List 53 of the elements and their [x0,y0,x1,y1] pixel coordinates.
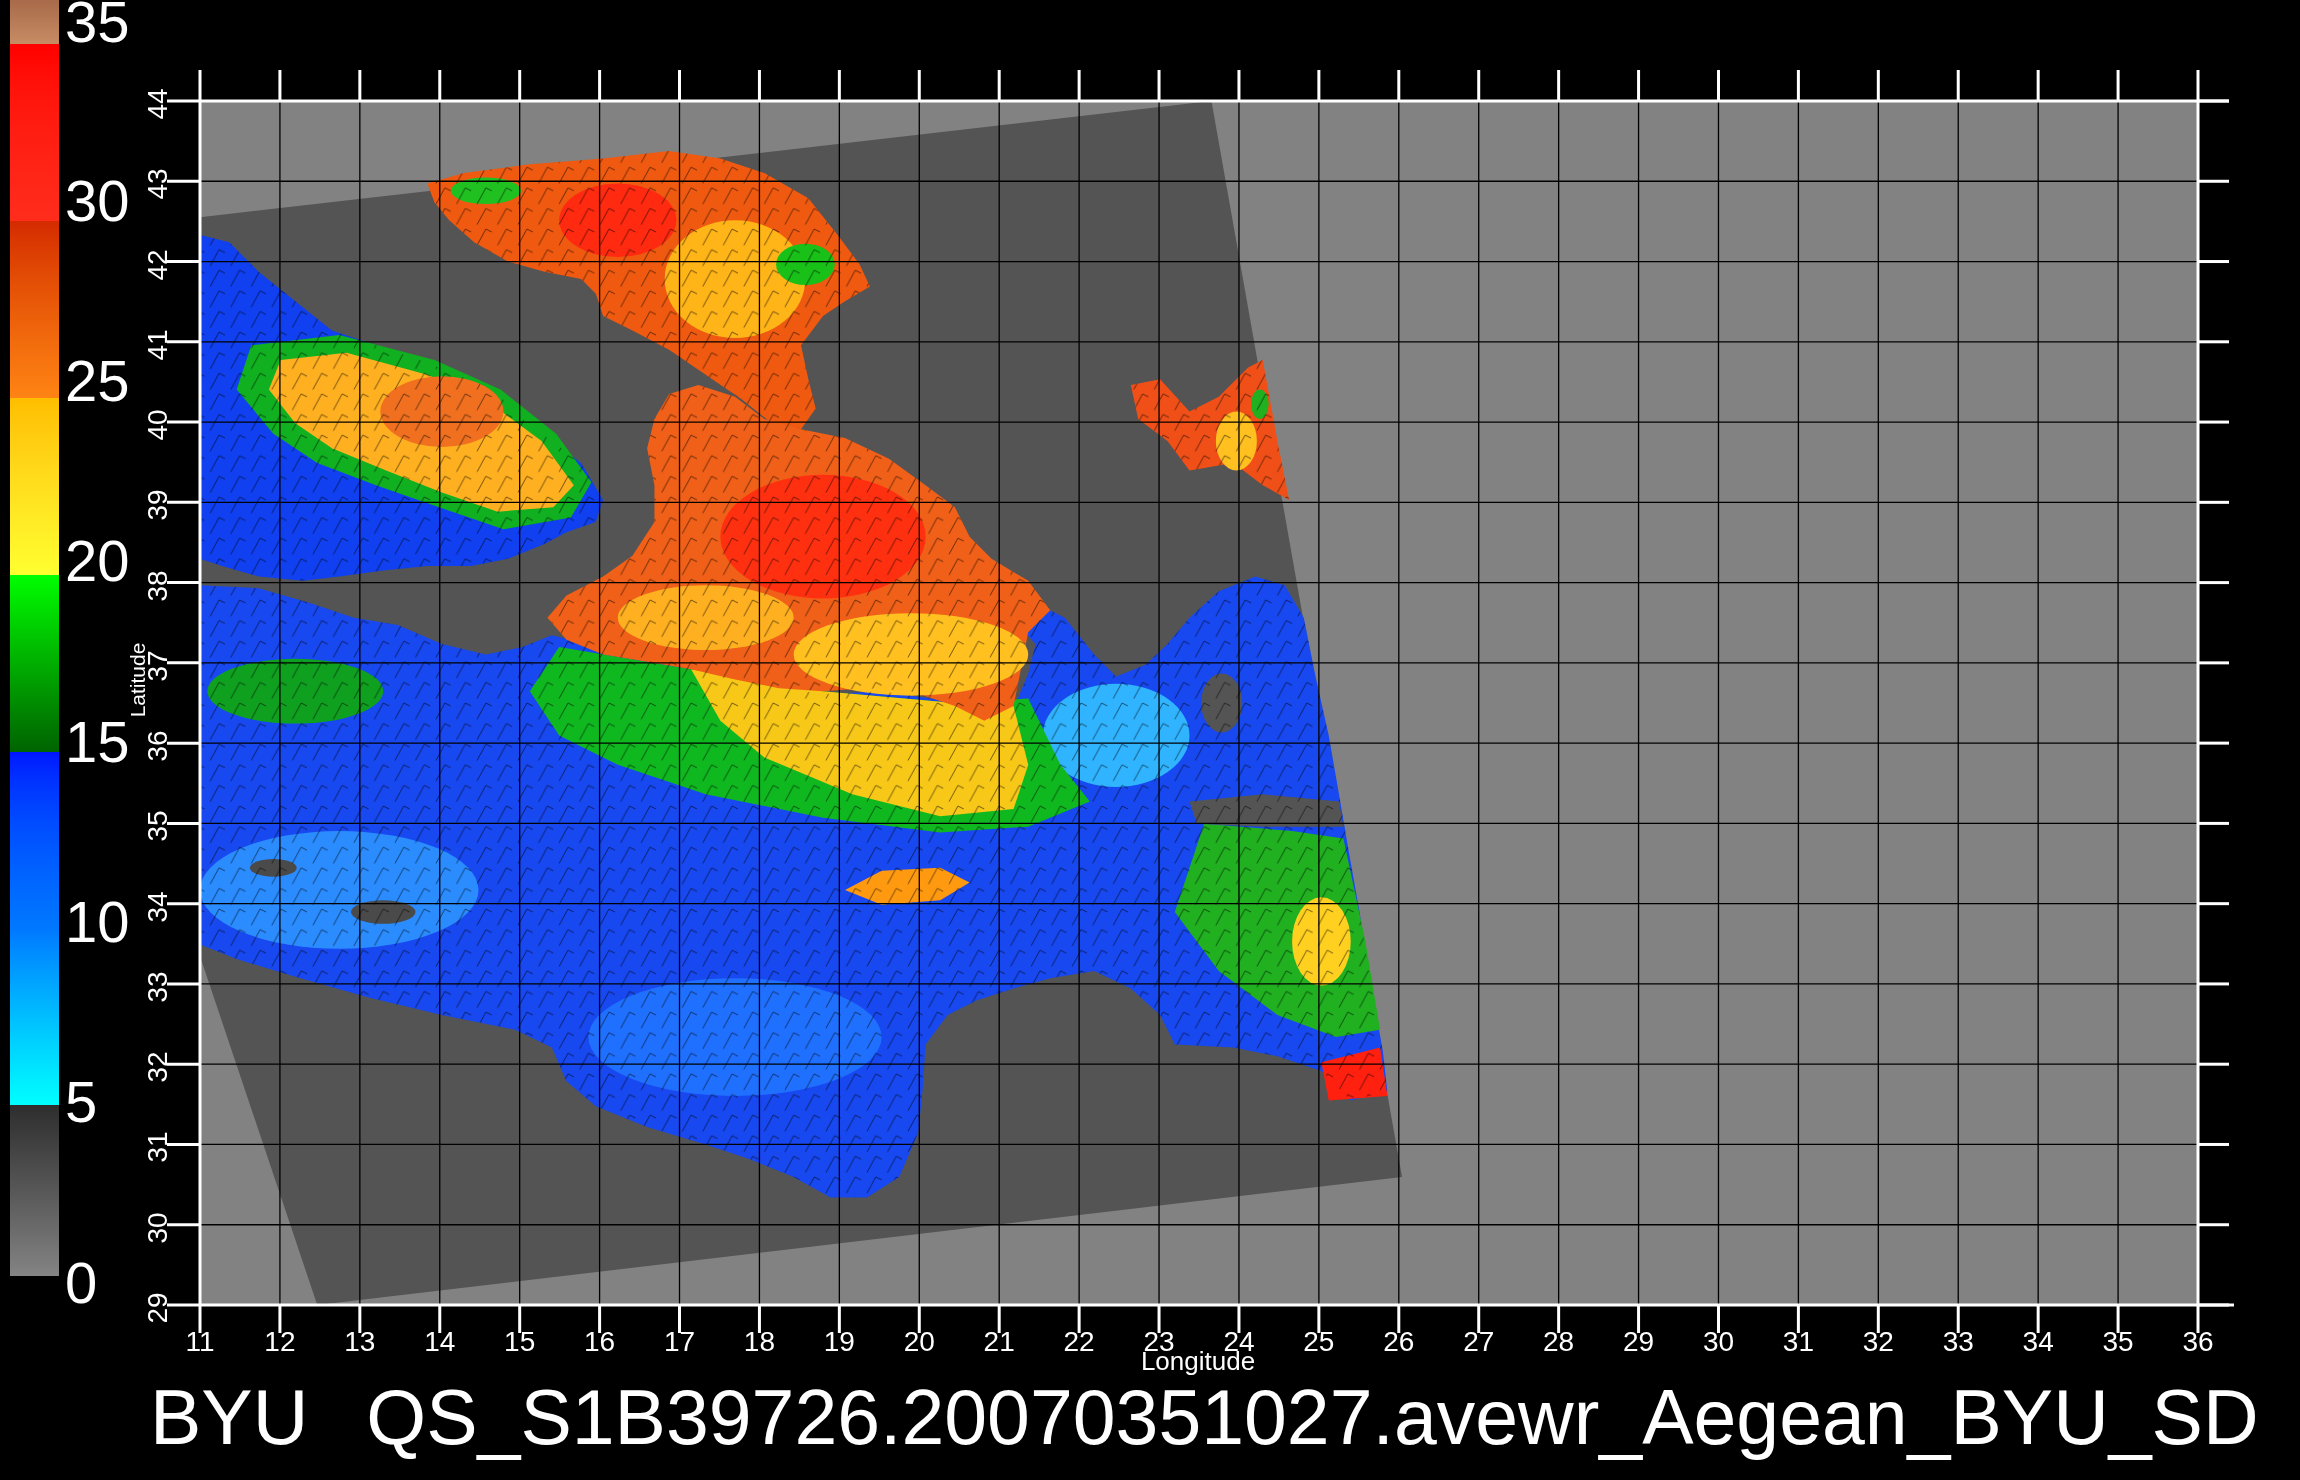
colorbar-tick-label: 35 [65,0,130,44]
x-axis-tick-label: 12 [264,1331,296,1352]
x-axis-tick-label: 33 [1942,1331,1974,1352]
x-axis-tick-label: 31 [1782,1331,1814,1352]
caption-source: BYU [150,1374,309,1461]
y-axis-tick-label: 30 [146,1212,168,1244]
y-axis-tick-label: 36 [146,730,168,762]
x-axis-tick-label: 18 [743,1331,775,1352]
y-axis-tick-label: 43 [146,168,168,200]
y-axis-tick-label: 37 [146,650,168,682]
x-axis-tick-label: 11 [185,1331,215,1352]
colorbar-tick-label: 15 [65,719,130,764]
colorbar-tick-label: 20 [65,539,130,583]
caption-filename: QS_S1B39726.20070351027.avewr_Aegean_BYU_SD [366,1374,2259,1461]
y-axis-tick-label: 39 [146,489,168,521]
y-axis-tick-label: 44 [146,88,168,120]
y-axis-tick-label: 40 [146,409,168,441]
colorbar-tick-label: 10 [65,899,130,944]
x-axis-tick-label: 35 [2102,1331,2134,1352]
x-axis-tick-label: 22 [1063,1331,1095,1352]
colorbar-tick-label: 30 [65,178,130,223]
x-axis-tick-label: 25 [1303,1331,1335,1352]
x-axis-tick-label: 28 [1543,1331,1575,1352]
x-axis-tick-label: 24 [1223,1331,1255,1352]
y-axis-title: Latitude [129,642,147,718]
y-axis-tick-label: 32 [146,1051,168,1083]
y-axis-tick-label: 34 [146,891,168,923]
colorbar-tick-label: 25 [65,359,130,403]
y-axis-tick-label: 41 [146,329,168,361]
y-axis-tick-label: 33 [146,971,168,1003]
x-axis-tick-label: 16 [584,1331,616,1352]
x-axis-tick-label: 30 [1702,1331,1735,1352]
x-axis-tick-label: 19 [823,1331,855,1352]
y-axis-tick-label: 35 [146,810,168,842]
x-axis-tick-label: 23 [1143,1331,1175,1352]
y-axis-tick-label: 38 [146,570,168,602]
colorbar-tick-label: 5 [65,1080,98,1124]
x-axis-tick-label: 36 [2182,1331,2214,1352]
x-axis-tick-label: 27 [1463,1331,1495,1352]
x-axis-tick-label: 34 [2022,1331,2054,1352]
x-axis-tick-label: 20 [903,1331,935,1352]
x-axis-tick-label: 32 [1862,1331,1894,1352]
x-axis-tick-label: 13 [344,1331,376,1352]
x-axis-tick-label: 21 [983,1331,1015,1352]
x-axis-tick-label: 14 [424,1331,456,1352]
y-axis-tick-label: 42 [146,248,168,281]
x-axis-tick-label: 29 [1622,1331,1655,1352]
x-axis-tick-label: 26 [1383,1331,1415,1352]
colorbar-tick-label: 0 [65,1260,98,1304]
x-axis-tick-label: 17 [663,1331,696,1352]
x-axis-tick-label: 15 [504,1331,536,1352]
y-axis-tick-label: 31 [146,1131,168,1164]
y-axis-tick-label: 29 [146,1292,168,1324]
